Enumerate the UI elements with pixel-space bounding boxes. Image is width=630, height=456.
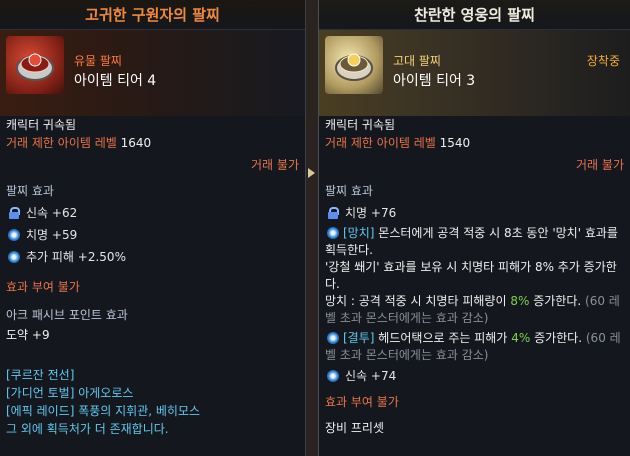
stat-row: 신속 +62	[6, 204, 299, 222]
trade-limit: 거래 제한 아이템 레벨 1540	[325, 134, 624, 152]
leap-value: 도약 +9	[6, 328, 50, 342]
swirl-icon	[327, 370, 339, 382]
stat-text: 신속 +62	[26, 206, 78, 220]
no-trade-text: 거래 불가	[576, 158, 624, 172]
effect-text: 증가한다.	[534, 331, 583, 345]
item-tier: 아이템 티어 3	[393, 73, 476, 89]
item-grade: 유물 팔찌	[74, 54, 122, 68]
source-list: [쿠르잔 전선] [가디언 토벌] 아게오로스 [에픽 레이드] 폭풍의 지휘관…	[6, 366, 299, 438]
no-grant-text: 효과 부여 불가	[6, 280, 80, 294]
bracelet-icon	[325, 36, 383, 94]
trade-limit-label: 거래 제한 아이템 레벨	[6, 136, 117, 150]
special-effect-duel: [결투] 헤드어택으로 주는 피해가 4% 증가한다. (60 레벨 초과 몬스…	[325, 330, 624, 364]
trade-limit-value: 1540	[439, 136, 471, 150]
effect-text: 증가한다.	[533, 294, 582, 308]
stat-text: 추가 피해 +2.50%	[26, 250, 126, 264]
item-header: 고대 팔찌 아이템 티어 3 장착중	[319, 30, 630, 116]
bound-text: 캐릭터 귀속됨	[325, 118, 396, 132]
no-trade-text: 거래 불가	[251, 158, 299, 172]
lock-icon	[327, 207, 339, 219]
ark-passive-header: 아크 패시브 포인트 효과	[6, 308, 128, 322]
trade-limit-value: 1640	[120, 136, 152, 150]
stat-row: 신속 +74	[325, 367, 624, 385]
effect-text-2: '강철 쐐기' 효과를 보유 시 치명타 피해가 8% 추가 증가한다.	[325, 260, 617, 291]
swirl-icon	[327, 227, 339, 239]
lock-icon	[8, 207, 20, 219]
equipped-badge: 장착중	[586, 54, 620, 68]
tooltip-left: 고귀한 구원자의 팔찌 유물 팔찌 아이템 티어 4 캐릭터 귀속됨 거래 제한…	[0, 0, 306, 456]
source-item: [쿠르잔 전선]	[6, 368, 75, 382]
source-item: [에픽 레이드] 폭풍의 지휘관, 베히모스	[6, 404, 201, 418]
effect-text: 망치 : 공격 적중 시 치명타 피해량이	[325, 294, 507, 308]
item-grade: 고대 팔찌	[393, 54, 441, 68]
trade-limit: 거래 제한 아이템 레벨 1640	[6, 134, 299, 152]
tooltip-body: 캐릭터 귀속됨 거래 제한 아이템 레벨 1540 거래 불가 팔찌 효과 치명…	[325, 116, 624, 437]
divider	[306, 0, 318, 456]
effect-tag: [망치]	[343, 226, 375, 240]
stat-text: 치명 +76	[345, 206, 397, 220]
effect-tag: [결투]	[343, 331, 375, 345]
swirl-icon	[8, 251, 20, 263]
item-header: 유물 팔찌 아이템 티어 4	[0, 30, 305, 116]
swirl-icon	[8, 229, 20, 241]
chevron-right-icon	[308, 168, 315, 178]
source-item: 그 외에 획득처가 더 존재합니다.	[6, 422, 169, 436]
equipment-preset-header: 장비 프리셋	[325, 421, 385, 435]
tooltip-body: 캐릭터 귀속됨 거래 제한 아이템 레벨 1640 거래 불가 팔찌 효과 신속…	[6, 116, 299, 438]
item-tier: 아이템 티어 4	[74, 73, 157, 89]
stat-text: 신속 +74	[345, 369, 397, 383]
no-grant-text: 효과 부여 불가	[325, 395, 399, 409]
stat-row: 추가 피해 +2.50%	[6, 248, 299, 266]
bracelet-effect-header: 팔찌 효과	[6, 184, 54, 198]
effect-percent: 8%	[510, 294, 530, 308]
swirl-icon	[327, 332, 339, 344]
item-name: 찬란한 영웅의 팔찌	[319, 0, 630, 30]
effect-text-3: 망치 : 공격 적중 시 치명타 피해량이 8% 증가한다. (60 레벨 초과…	[325, 293, 624, 327]
effect-percent: 4%	[511, 331, 531, 345]
stat-row: 치명 +59	[6, 226, 299, 244]
source-item: [가디언 토벌] 아게오로스	[6, 386, 134, 400]
stat-text: 치명 +59	[26, 228, 78, 242]
item-name: 고귀한 구원자의 팔찌	[0, 0, 305, 30]
stat-row: 치명 +76	[325, 204, 624, 222]
bracelet-effect-header: 팔찌 효과	[325, 184, 373, 198]
trade-limit-label: 거래 제한 아이템 레벨	[325, 136, 436, 150]
special-effect-hammer: [망치] 몬스터에게 공격 적중 시 8초 동안 '망치' 효과를 획득한다.	[325, 225, 624, 259]
bracelet-icon	[6, 36, 64, 94]
bound-text: 캐릭터 귀속됨	[6, 118, 77, 132]
effect-text: 헤드어택으로 주는 피해가	[378, 331, 508, 345]
tooltip-right: 찬란한 영웅의 팔찌 고대 팔찌 아이템 티어 3 장착중 캐릭터 귀속됨 거래…	[318, 0, 630, 456]
